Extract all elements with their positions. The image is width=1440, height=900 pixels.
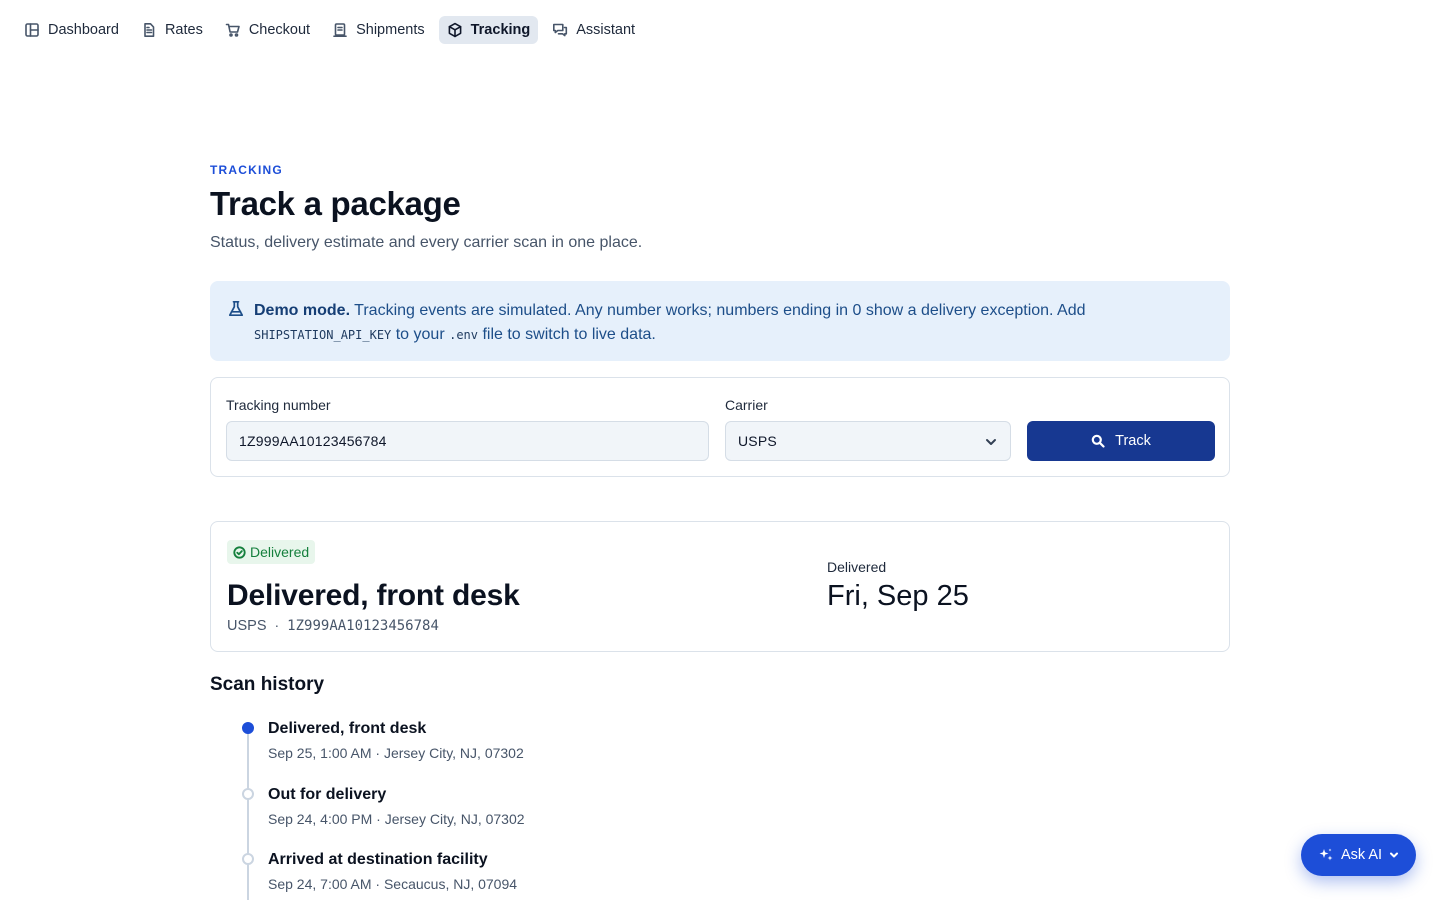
shipment-status-card: Delivered Delivered, front desk USPS · 1Z9… bbox=[210, 521, 1230, 652]
carrier-select[interactable]: USPS bbox=[725, 421, 1011, 461]
meta-separator: · bbox=[274, 617, 280, 633]
tracking-number-label: Tracking number bbox=[226, 397, 331, 413]
status-carrier: USPS bbox=[227, 618, 267, 634]
banner-text: file to switch to live data. bbox=[478, 326, 656, 343]
status-meta: USPS · 1Z999AA10123456784 bbox=[227, 617, 439, 634]
carrier-label: Carrier bbox=[725, 397, 768, 413]
nav-item-dashboard[interactable]: Dashboard bbox=[16, 16, 127, 44]
clipboard-icon bbox=[333, 23, 347, 37]
timeline-line bbox=[247, 732, 249, 900]
chevron-down-icon bbox=[1390, 852, 1399, 858]
document-icon bbox=[144, 23, 155, 37]
timeline-event: Arrived at destination facility Sep 24, … bbox=[268, 851, 517, 892]
banner-heading: Demo mode. bbox=[254, 302, 351, 319]
carrier-select-value: USPS bbox=[738, 433, 777, 449]
nav-item-label: Dashboard bbox=[48, 22, 119, 38]
timeline-event: Out for delivery Sep 24, 4:00 PM · Jerse… bbox=[268, 786, 525, 827]
delivered-date: Fri, Sep 25 bbox=[827, 580, 969, 612]
track-button[interactable]: Track bbox=[1027, 421, 1215, 461]
event-title: Delivered, front desk bbox=[268, 720, 427, 737]
nav-item-assistant[interactable]: Assistant bbox=[544, 16, 643, 44]
tracking-form: Tracking number 1Z999AA10123456784 Carri… bbox=[210, 377, 1230, 477]
status-badge-label: Delivered bbox=[250, 544, 310, 560]
status-tracking-number: 1Z999AA10123456784 bbox=[287, 618, 439, 634]
delivered-label: Delivered bbox=[827, 559, 887, 575]
nav-item-tracking[interactable]: Tracking bbox=[438, 16, 539, 44]
event-details: Sep 24, 7:00 AM · Secaucus, NJ, 07094 bbox=[268, 876, 518, 892]
page-title: Track a package bbox=[210, 185, 461, 222]
package-icon bbox=[448, 22, 462, 38]
check-circle-icon bbox=[233, 545, 246, 559]
event-title: Out for delivery bbox=[268, 786, 387, 803]
timeline-dot bbox=[242, 788, 254, 800]
banner-text: to your bbox=[391, 326, 450, 343]
layout-icon bbox=[25, 23, 39, 37]
track-button-label: Track bbox=[1115, 433, 1151, 449]
sparkle-icon bbox=[1319, 848, 1333, 861]
timeline-event: Delivered, front desk Sep 25, 1:00 AM · … bbox=[268, 720, 524, 761]
search-icon bbox=[1091, 434, 1105, 448]
nav-item-shipments[interactable]: Shipments bbox=[324, 16, 433, 44]
cart-icon bbox=[225, 23, 240, 37]
chat-icon bbox=[553, 23, 568, 37]
ask-ai-button[interactable]: Ask AI bbox=[1301, 834, 1416, 876]
event-details: Sep 24, 4:00 PM · Jersey City, NJ, 07302 bbox=[268, 811, 525, 827]
section-eyebrow: TRACKING bbox=[210, 163, 283, 177]
nav-item-checkout[interactable]: Checkout bbox=[217, 16, 318, 44]
status-title: Delivered, front desk bbox=[227, 579, 520, 612]
nav-item-rates[interactable]: Rates bbox=[133, 16, 211, 44]
timeline-dot bbox=[242, 853, 254, 865]
chevron-down-icon bbox=[986, 439, 996, 445]
event-title: Arrived at destination facility bbox=[268, 851, 488, 868]
tracking-number-input[interactable]: 1Z999AA10123456784 bbox=[226, 421, 709, 461]
page-subtitle: Status, delivery estimate and every carr… bbox=[210, 234, 643, 251]
timeline-dot-current bbox=[242, 722, 254, 734]
event-details: Sep 25, 1:00 AM · Jersey City, NJ, 07302 bbox=[268, 745, 524, 761]
demo-mode-banner: Demo mode. Tracking events are simulated… bbox=[210, 281, 1230, 361]
flask-icon bbox=[228, 300, 244, 317]
top-nav: Dashboard Rates Checkout Shipments Track… bbox=[16, 16, 643, 44]
status-badge: Delivered bbox=[227, 540, 316, 564]
banner-code-env: .env bbox=[449, 328, 478, 342]
scan-history-title: Scan history bbox=[210, 674, 325, 695]
banner-code-api-key: SHIPSTATION_API_KEY bbox=[254, 328, 392, 342]
nav-item-label: Checkout bbox=[248, 22, 311, 38]
banner-text: Tracking events are simulated. Any numbe… bbox=[350, 302, 1086, 319]
ask-ai-label: Ask AI bbox=[1340, 847, 1383, 863]
nav-item-label: Tracking bbox=[470, 22, 531, 38]
nav-item-label: Assistant bbox=[576, 22, 636, 38]
nav-item-label: Rates bbox=[164, 22, 203, 38]
nav-item-label: Shipments bbox=[356, 22, 425, 38]
